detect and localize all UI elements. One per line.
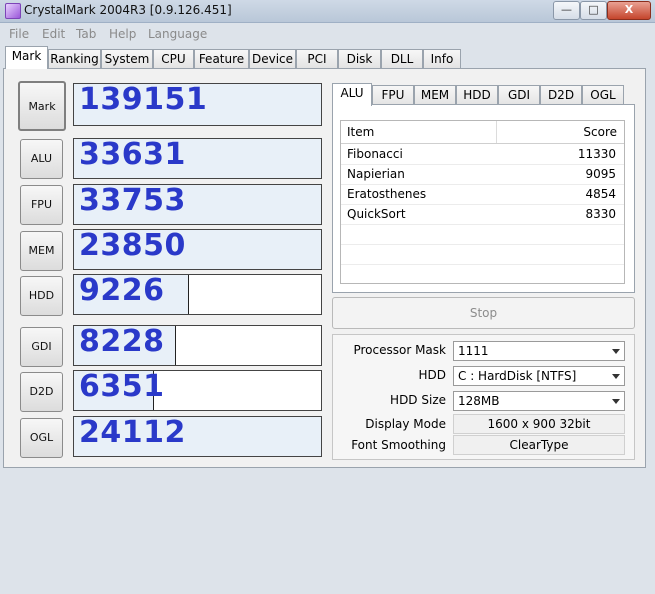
mark-score-bar: 139151 xyxy=(73,83,322,126)
tab-cpu[interactable]: CPU xyxy=(153,49,194,68)
gdi-button[interactable]: GDI xyxy=(20,327,63,367)
tab-disk[interactable]: Disk xyxy=(338,49,381,68)
hdd-size-select[interactable]: 128MB xyxy=(453,391,625,411)
d2d-button[interactable]: D2D xyxy=(20,372,63,412)
gdi-score-bar: 8228 xyxy=(73,325,322,366)
hdd-label: HDD xyxy=(418,368,446,382)
mem-score-bar: 23850 xyxy=(73,229,322,270)
tab-pci[interactable]: PCI xyxy=(296,49,338,68)
chevron-down-icon xyxy=(612,399,620,404)
subtab-hdd[interactable]: HDD xyxy=(456,85,498,105)
table-row-item: Napierian xyxy=(347,167,405,181)
table-row-score: 9095 xyxy=(585,167,616,181)
fpu-button[interactable]: FPU xyxy=(20,185,63,225)
fpu-score-value: 33753 xyxy=(79,184,186,218)
hdd-score-value: 9226 xyxy=(79,274,165,308)
alu-button[interactable]: ALU xyxy=(20,139,63,179)
maximize-icon: □ xyxy=(588,3,599,16)
display-mode-label: Display Mode xyxy=(365,417,446,431)
close-icon: X xyxy=(624,3,634,16)
maximize-button[interactable]: □ xyxy=(580,1,607,20)
chevron-down-icon xyxy=(612,374,620,379)
subtab-mem[interactable]: MEM xyxy=(414,85,456,105)
hdd-score-bar: 9226 xyxy=(73,274,322,315)
tab-device[interactable]: Device xyxy=(249,49,296,68)
gdi-score-value: 8228 xyxy=(79,325,165,359)
mem-score-value: 23850 xyxy=(79,229,186,263)
menu-bar: File Edit Tab Help Language xyxy=(0,24,655,44)
ogl-button[interactable]: OGL xyxy=(20,418,63,458)
alu-score-value: 33631 xyxy=(79,138,186,172)
menu-language[interactable]: Language xyxy=(148,27,207,41)
display-mode-value: 1600 x 900 32bit xyxy=(453,414,625,434)
app-icon xyxy=(5,3,21,19)
hdd-button[interactable]: HDD xyxy=(20,276,63,316)
hdd-size-label: HDD Size xyxy=(390,393,446,407)
row-divider xyxy=(341,244,624,245)
d2d-score-value: 6351 xyxy=(79,370,165,404)
d2d-score-bar: 6351 xyxy=(73,370,322,411)
title-bar: CrystalMark 2004R3 [0.9.126.451] — □ X xyxy=(0,0,655,23)
ogl-score-bar: 24112 xyxy=(73,416,322,457)
menu-edit[interactable]: Edit xyxy=(42,27,65,41)
table-row-item: QuickSort xyxy=(347,207,406,221)
column-divider xyxy=(496,121,497,143)
hdd-size-value: 128MB xyxy=(458,394,500,408)
processor-mask-value: 1111 xyxy=(458,344,489,358)
subtab-gdi[interactable]: GDI xyxy=(498,85,540,105)
ogl-score-value: 24112 xyxy=(79,416,186,450)
fpu-score-bar: 33753 xyxy=(73,184,322,225)
subtab-d2d[interactable]: D2D xyxy=(540,85,582,105)
menu-file[interactable]: File xyxy=(9,27,29,41)
table-row-score: 11330 xyxy=(577,147,616,161)
processor-mask-label: Processor Mask xyxy=(353,343,446,357)
row-divider xyxy=(341,224,624,225)
subtab-ogl[interactable]: OGL xyxy=(582,85,624,105)
subtab-fpu[interactable]: FPU xyxy=(372,85,414,105)
alu-score-bar: 33631 xyxy=(73,138,322,179)
table-row-score: 4854 xyxy=(585,187,616,201)
tab-ranking[interactable]: Ranking xyxy=(48,49,101,68)
table-row-score: 8330 xyxy=(585,207,616,221)
tab-feature[interactable]: Feature xyxy=(194,49,249,68)
row-divider xyxy=(341,264,624,265)
minimize-button[interactable]: — xyxy=(553,1,580,20)
font-smoothing-label: Font Smoothing xyxy=(351,438,446,452)
hdd-value: C : HardDisk [NTFS] xyxy=(458,369,577,383)
column-header-score[interactable]: Score xyxy=(583,121,617,143)
hdd-select[interactable]: C : HardDisk [NTFS] xyxy=(453,366,625,386)
tab-dll[interactable]: DLL xyxy=(381,49,423,68)
tab-info[interactable]: Info xyxy=(423,49,461,68)
table-row-item: Eratosthenes xyxy=(347,187,427,201)
results-table[interactable]: Item Score Fibonacci 11330 Napierian 909… xyxy=(340,120,625,284)
window-title: CrystalMark 2004R3 [0.9.126.451] xyxy=(24,3,232,17)
font-smoothing-value: ClearType xyxy=(453,435,625,455)
mark-score-value: 139151 xyxy=(79,83,208,117)
close-button[interactable]: X xyxy=(607,1,651,20)
minimize-icon: — xyxy=(561,3,572,16)
stop-button[interactable]: Stop xyxy=(332,297,635,329)
tab-system[interactable]: System xyxy=(101,49,153,68)
menu-tab[interactable]: Tab xyxy=(76,27,96,41)
subtab-alu[interactable]: ALU xyxy=(332,83,372,106)
column-header-item[interactable]: Item xyxy=(347,121,374,143)
table-row-item: Fibonacci xyxy=(347,147,403,161)
tab-mark[interactable]: Mark xyxy=(5,46,48,69)
mark-button[interactable]: Mark xyxy=(18,81,66,131)
mem-button[interactable]: MEM xyxy=(20,231,63,271)
processor-mask-select[interactable]: 1111 xyxy=(453,341,625,361)
chevron-down-icon xyxy=(612,349,620,354)
menu-help[interactable]: Help xyxy=(109,27,136,41)
